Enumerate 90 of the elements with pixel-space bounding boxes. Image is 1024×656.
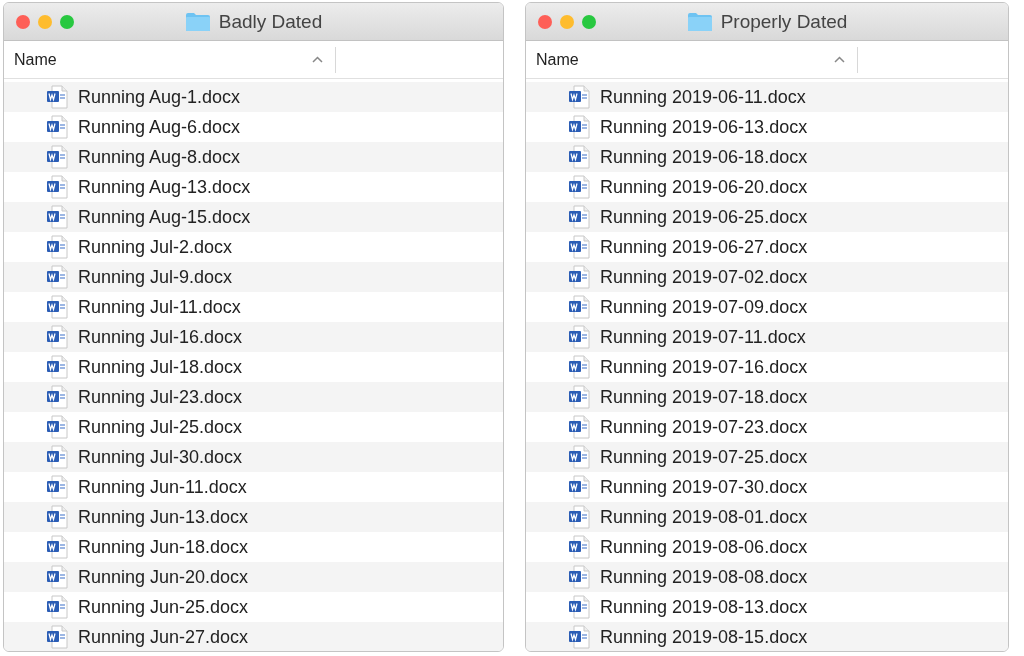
word-document-icon xyxy=(568,385,590,409)
file-row[interactable]: Running 2019-06-20.docx xyxy=(526,172,1008,202)
word-document-icon xyxy=(46,625,68,649)
word-document-icon xyxy=(568,475,590,499)
word-document-icon xyxy=(46,505,68,529)
close-button[interactable] xyxy=(16,14,30,29)
word-document-icon xyxy=(46,265,68,289)
word-document-icon xyxy=(46,205,68,229)
file-row[interactable]: Running 2019-08-13.docx xyxy=(526,592,1008,622)
file-row[interactable]: Running Aug-8.docx xyxy=(4,142,503,172)
file-row[interactable]: Running 2019-06-18.docx xyxy=(526,142,1008,172)
word-document-icon xyxy=(46,565,68,589)
word-document-icon xyxy=(568,115,590,139)
file-row[interactable]: Running Jun-18.docx xyxy=(4,532,503,562)
word-document-icon xyxy=(568,535,590,559)
word-document-icon xyxy=(568,85,590,109)
file-row[interactable]: Running Aug-15.docx xyxy=(4,202,503,232)
file-row[interactable]: Running 2019-06-25.docx xyxy=(526,202,1008,232)
file-row[interactable]: Running 2019-08-06.docx xyxy=(526,532,1008,562)
file-row[interactable]: Running 2019-07-30.docx xyxy=(526,472,1008,502)
sort-chevron-icon xyxy=(312,56,323,63)
word-document-icon xyxy=(568,415,590,439)
file-row[interactable]: Running 2019-06-11.docx xyxy=(526,82,1008,112)
file-row[interactable]: Running 2019-07-16.docx xyxy=(526,352,1008,382)
word-document-icon xyxy=(46,355,68,379)
word-document-icon xyxy=(568,325,590,349)
file-row[interactable]: Running Jul-30.docx xyxy=(4,442,503,472)
word-document-icon xyxy=(46,235,68,259)
file-row[interactable]: Running Jul-23.docx xyxy=(4,382,503,412)
file-row[interactable]: Running Jun-25.docx xyxy=(4,592,503,622)
window-title: Badly Dated xyxy=(218,10,323,33)
word-document-icon xyxy=(568,565,590,589)
word-document-icon xyxy=(46,115,68,139)
word-document-icon xyxy=(46,535,68,559)
word-document-icon xyxy=(46,415,68,439)
word-document-icon xyxy=(568,355,590,379)
file-row[interactable]: Running Aug-13.docx xyxy=(4,172,503,202)
word-document-icon xyxy=(46,325,68,349)
file-row[interactable]: Running Jul-16.docx xyxy=(4,322,503,352)
file-row[interactable]: Running Aug-1.docx xyxy=(4,82,503,112)
word-document-icon xyxy=(568,625,590,649)
folder-icon xyxy=(184,11,211,32)
word-document-icon xyxy=(568,445,590,469)
folder-icon xyxy=(686,11,713,32)
word-document-icon xyxy=(568,235,590,259)
sort-chevron-icon xyxy=(834,56,845,63)
file-row[interactable]: Running Jul-18.docx xyxy=(4,352,503,382)
file-row[interactable]: Running Jul-2.docx xyxy=(4,232,503,262)
word-document-icon xyxy=(568,145,590,169)
file-row[interactable]: Running Jun-27.docx xyxy=(4,622,503,651)
file-row[interactable]: Running 2019-08-01.docx xyxy=(526,502,1008,532)
zoom-button[interactable] xyxy=(60,14,74,29)
name-column-header[interactable]: Name xyxy=(4,46,336,73)
word-document-icon xyxy=(46,85,68,109)
word-document-icon xyxy=(568,175,590,199)
file-row[interactable]: Running Jun-20.docx xyxy=(4,562,503,592)
word-document-icon xyxy=(46,295,68,319)
file-row[interactable]: Running Jun-13.docx xyxy=(4,502,503,532)
word-document-icon xyxy=(568,505,590,529)
minimize-button[interactable] xyxy=(560,14,574,29)
file-row[interactable]: Running 2019-06-13.docx xyxy=(526,112,1008,142)
zoom-button[interactable] xyxy=(582,14,596,29)
file-row[interactable]: Running Jun-11.docx xyxy=(4,472,503,502)
word-document-icon xyxy=(568,295,590,319)
file-row[interactable]: Running 2019-07-25.docx xyxy=(526,442,1008,472)
word-document-icon xyxy=(568,265,590,289)
file-row[interactable]: Running Jul-25.docx xyxy=(4,412,503,442)
word-document-icon xyxy=(46,595,68,619)
minimize-button[interactable] xyxy=(38,14,52,29)
word-document-icon xyxy=(46,385,68,409)
file-row[interactable]: Running 2019-07-23.docx xyxy=(526,412,1008,442)
file-row[interactable]: Running Jul-9.docx xyxy=(4,262,503,292)
window-title: Properly Dated xyxy=(720,10,848,33)
file-row[interactable]: Running 2019-07-18.docx xyxy=(526,382,1008,412)
file-row[interactable]: Running 2019-07-02.docx xyxy=(526,262,1008,292)
word-document-icon xyxy=(46,475,68,499)
word-document-icon xyxy=(46,145,68,169)
file-row[interactable]: Running 2019-06-27.docx xyxy=(526,232,1008,262)
word-document-icon xyxy=(46,445,68,469)
close-button[interactable] xyxy=(538,14,552,29)
file-row[interactable]: Running 2019-07-09.docx xyxy=(526,292,1008,322)
file-row[interactable]: Running 2019-07-11.docx xyxy=(526,322,1008,352)
file-row[interactable]: Running Jul-11.docx xyxy=(4,292,503,322)
file-row[interactable]: Running 2019-08-15.docx xyxy=(526,622,1008,651)
file-row[interactable]: Running 2019-08-08.docx xyxy=(526,562,1008,592)
word-document-icon xyxy=(46,175,68,199)
word-document-icon xyxy=(568,205,590,229)
word-document-icon xyxy=(568,595,590,619)
name-column-header[interactable]: Name xyxy=(526,46,858,73)
file-row[interactable]: Running Aug-6.docx xyxy=(4,112,503,142)
